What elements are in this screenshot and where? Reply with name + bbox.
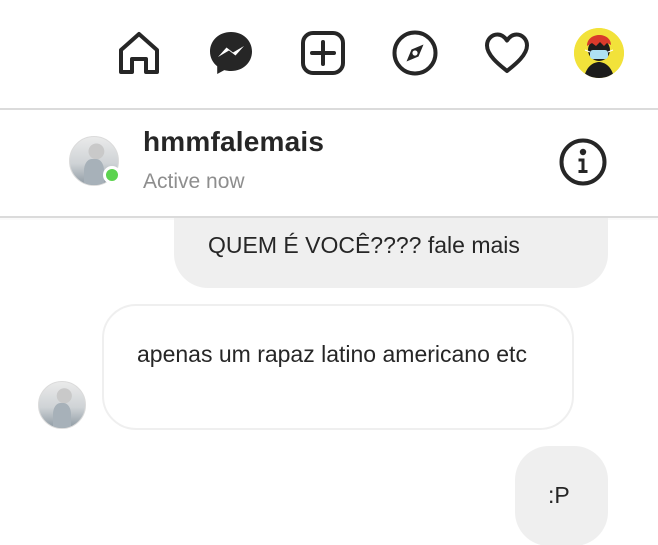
thread-username[interactable]: hmmfalemais — [143, 126, 324, 158]
new-post-icon[interactable] — [298, 28, 348, 78]
sent-message-bubble[interactable]: QUEM É VOCÊ???? fale mais — [174, 218, 608, 288]
thread-user-avatar[interactable] — [69, 136, 121, 186]
top-navigation-bar — [0, 0, 658, 110]
received-message-bubble[interactable]: apenas um rapaz latino americano etc — [102, 304, 574, 430]
profile-avatar — [574, 28, 624, 78]
heart-icon[interactable] — [482, 28, 532, 78]
avatar — [38, 381, 86, 429]
message-text: apenas um rapaz latino americano etc — [137, 341, 527, 367]
profile-avatar-button[interactable] — [574, 28, 624, 78]
online-status-dot — [103, 166, 121, 184]
message-text: :P — [548, 482, 570, 508]
sender-avatar[interactable] — [38, 381, 86, 429]
sent-message-bubble[interactable]: :P — [515, 446, 608, 545]
active-status-text: Active now — [143, 170, 245, 193]
messenger-icon[interactable] — [206, 28, 256, 78]
info-icon[interactable] — [558, 137, 608, 187]
message-text: QUEM É VOCÊ???? fale mais — [208, 232, 520, 258]
direct-message-page: hmmfalemais Active now QUEM É VOCÊ???? f… — [0, 0, 658, 545]
compass-icon[interactable] — [390, 28, 440, 78]
home-icon[interactable] — [114, 28, 164, 78]
